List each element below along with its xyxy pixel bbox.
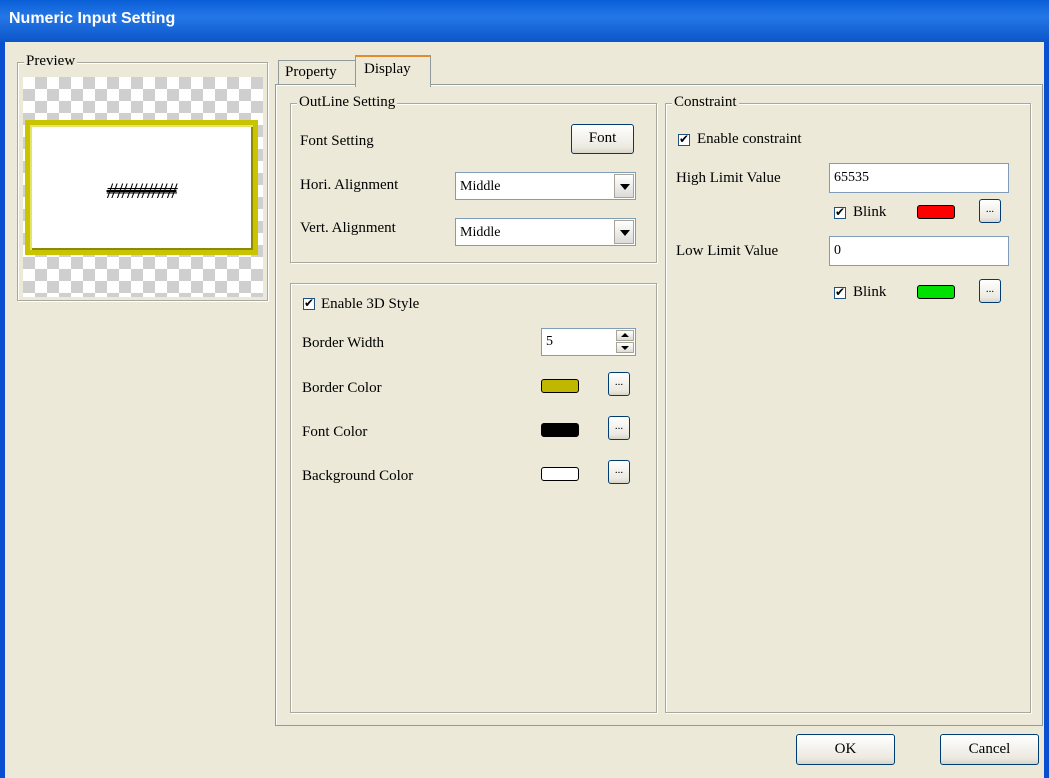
tab-display[interactable]: Display [355,55,431,87]
font-button-label: Font [588,130,617,146]
background-color-pick-button[interactable]: ... [608,460,630,484]
chevron-down-icon[interactable] [614,174,634,198]
border-width-value: 5 [546,334,553,349]
pick-button-label: ... [614,464,624,476]
title-bar[interactable]: Numeric Input Setting [0,0,1049,42]
tab-property-label: Property [285,64,337,80]
vert-alignment-label: Vert. Alignment [300,220,396,236]
vert-alignment-value: Middle [460,225,501,240]
border-color-label: Border Color [302,380,382,396]
border-color-swatch [541,379,579,393]
constraint-label: Constraint [672,94,739,111]
enable-3d-style-label[interactable]: Enable 3D Style [321,296,419,313]
border-color-pick-button[interactable]: ... [608,372,630,396]
hori-alignment-value: Middle [460,179,501,194]
enable-constraint-checkbox[interactable] [678,130,690,148]
window-frame-right [1044,42,1049,778]
border-width-stepper[interactable]: 5 [541,328,636,356]
window-frame-left [0,42,5,778]
low-blink-label[interactable]: Blink [853,284,886,301]
font-button[interactable]: Font [571,124,634,154]
pick-button-label: ... [985,203,995,215]
font-color-pick-button[interactable]: ... [608,416,630,440]
constraint-group: Constraint [665,94,1031,713]
low-color-pick-button[interactable]: ... [979,279,1001,303]
high-blink-checkbox[interactable] [834,203,846,221]
preview-sample-text: ####### [106,178,178,203]
font-color-label: Font Color [302,424,368,440]
hori-alignment-label: Hori. Alignment [300,177,399,193]
low-blink-checkbox[interactable] [834,283,846,301]
font-setting-label: Font Setting [300,133,374,149]
high-color-pick-button[interactable]: ... [979,199,1001,223]
background-color-label: Background Color [302,468,414,484]
low-limit-value: 0 [834,243,841,258]
cancel-button[interactable]: Cancel [940,734,1039,765]
high-limit-label: High Limit Value [676,170,781,186]
font-color-swatch [541,423,579,437]
chevron-down-icon[interactable] [614,220,634,244]
pick-button-label: ... [614,376,624,388]
border-width-label: Border Width [302,335,385,351]
preview-numeric-input: ####### [25,120,258,255]
preview-label: Preview [24,53,78,70]
low-limit-input[interactable]: 0 [829,236,1009,266]
high-color-swatch [917,205,955,219]
high-limit-input[interactable]: 65535 [829,163,1009,193]
pick-button-label: ... [614,420,624,432]
ok-button-label: OK [834,741,857,757]
ok-button[interactable]: OK [796,734,895,765]
tab-property[interactable]: Property [278,60,356,85]
cancel-button-label: Cancel [968,741,1011,757]
background-color-swatch [541,467,579,481]
vert-alignment-select[interactable]: Middle [455,218,636,246]
tab-display-label: Display [364,61,411,77]
low-limit-label: Low Limit Value [676,243,779,259]
pick-button-label: ... [985,283,995,295]
enable-3d-style-checkbox[interactable] [303,294,315,312]
low-color-swatch [917,285,955,299]
outline-setting-label: OutLine Setting [297,94,398,111]
stepper-down-icon[interactable] [616,342,634,353]
window-title: Numeric Input Setting [9,10,176,27]
high-blink-label[interactable]: Blink [853,204,886,221]
hori-alignment-select[interactable]: Middle [455,172,636,200]
stepper-up-icon[interactable] [616,330,634,341]
high-limit-value: 65535 [834,170,869,185]
enable-constraint-label[interactable]: Enable constraint [697,131,802,148]
